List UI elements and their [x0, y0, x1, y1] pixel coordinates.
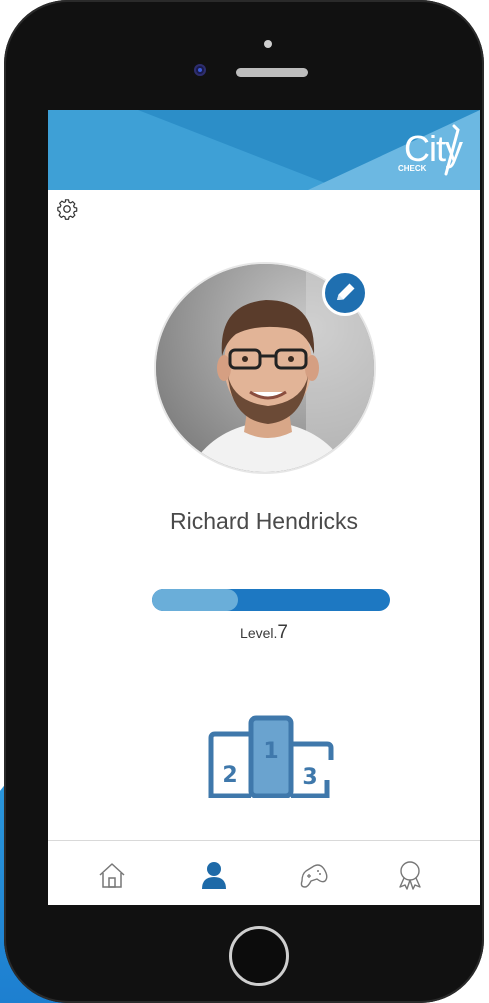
home-icon — [99, 863, 125, 888]
podium-place-3: 3 — [302, 765, 317, 790]
gamepad-icon — [300, 864, 328, 888]
level-progress-bar — [152, 589, 390, 611]
level-progress-fill — [152, 589, 238, 611]
citycheck-logo: City CHECK — [396, 122, 466, 180]
settings-button[interactable] — [56, 198, 78, 220]
tab-home[interactable] — [92, 855, 132, 895]
app-header: City CHECK — [48, 110, 480, 190]
podium-place-1: 1 — [263, 739, 278, 764]
app-screen: City CHECK Richard Hendricks Level.7 1 2… — [48, 110, 480, 905]
award-ribbon-icon — [399, 861, 421, 890]
tab-profile[interactable] — [194, 855, 234, 895]
tab-awards[interactable] — [390, 855, 430, 895]
podium-icon: 1 2 3 — [208, 715, 334, 799]
podium-place-2: 2 — [222, 763, 237, 788]
proximity-sensor — [264, 40, 272, 48]
phone-frame: City CHECK Richard Hendricks Level.7 1 2… — [4, 0, 484, 1003]
level-number: 7 — [277, 622, 288, 643]
gear-icon — [57, 199, 78, 220]
edit-profile-button[interactable] — [322, 270, 368, 316]
user-icon — [202, 862, 226, 889]
front-camera — [194, 64, 206, 76]
leaderboard-podium-button[interactable]: 1 2 3 — [205, 714, 337, 799]
level-label: Level. — [240, 625, 278, 641]
logo-slash-mark — [444, 124, 460, 176]
level-display: Level.7 — [48, 622, 480, 644]
bottom-tab-bar — [48, 841, 480, 905]
pencil-icon — [337, 283, 355, 300]
phone-home-button[interactable] — [229, 926, 289, 986]
earpiece-speaker — [236, 68, 308, 77]
profile-name: Richard Hendricks — [170, 508, 358, 534]
tab-games[interactable] — [294, 855, 334, 895]
